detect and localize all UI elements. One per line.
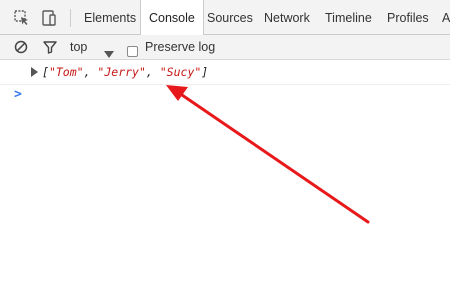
- tab-elements[interactable]: Elements: [84, 0, 136, 34]
- console-log-row[interactable]: ["Tom", "Jerry", "Sucy"]: [0, 60, 450, 85]
- tab-more[interactable]: A: [442, 0, 450, 34]
- console-toolbar: top Preserve log: [0, 35, 450, 60]
- array-item-string: "Tom": [48, 65, 84, 79]
- array-item-string: "Jerry": [97, 65, 146, 79]
- execution-context-selector[interactable]: top: [70, 35, 87, 59]
- array-open-bracket: [: [42, 65, 49, 79]
- console-prompt[interactable]: >: [0, 85, 450, 105]
- array-separator: ,: [83, 65, 98, 79]
- inspect-element-icon[interactable]: [13, 9, 31, 27]
- clear-console-icon[interactable]: [13, 39, 29, 55]
- device-mode-icon[interactable]: [40, 9, 58, 27]
- array-separator: ,: [145, 65, 160, 79]
- log-array-value: ["Tom", "Jerry", "Sucy"]: [42, 65, 208, 79]
- tab-sources[interactable]: Sources: [207, 0, 253, 34]
- tab-profiles[interactable]: Profiles: [387, 0, 429, 34]
- tab-timeline[interactable]: Timeline: [325, 0, 372, 34]
- tab-console[interactable]: Console: [140, 0, 204, 35]
- devtools-tabbar: Elements Console Sources Network Timelin…: [0, 0, 450, 35]
- expand-triangle-icon[interactable]: [31, 67, 38, 77]
- prompt-chevron-icon: >: [14, 87, 22, 102]
- console-messages: ["Tom", "Jerry", "Sucy"] >: [0, 60, 450, 300]
- array-item-string: "Sucy": [159, 65, 202, 79]
- array-close-bracket: ]: [201, 65, 209, 79]
- tab-network[interactable]: Network: [264, 0, 310, 34]
- toolbar-divider: [70, 9, 71, 27]
- preserve-log-checkbox[interactable]: [127, 41, 138, 57]
- dropdown-triangle-icon[interactable]: [104, 43, 114, 58]
- preserve-log-label: Preserve log: [145, 40, 216, 54]
- filter-icon[interactable]: [42, 39, 58, 55]
